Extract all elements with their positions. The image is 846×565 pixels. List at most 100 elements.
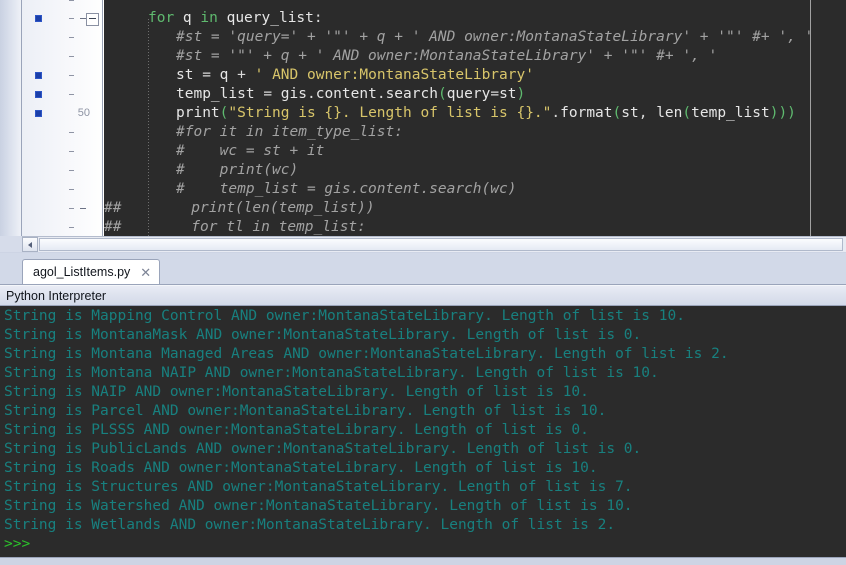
console-prompt[interactable]: >>> [4, 535, 30, 554]
code-line[interactable]: ## for tl in temp_list: [104, 218, 846, 236]
code-token: ) [516, 86, 526, 102]
code-line[interactable]: temp_list = gis.content.search(query=st) [104, 85, 846, 104]
tab-agol-listitems-py[interactable]: agol_ListItems.py ✕ [22, 259, 161, 284]
console-output-line: String is PublicLands AND owner:MontanaS… [4, 441, 642, 457]
console-output-line: String is Structures AND owner:MontanaSt… [4, 479, 633, 495]
code-line[interactable]: # wc = st + it [104, 142, 846, 161]
gutter-separator-rule [102, 0, 103, 236]
gutter-row[interactable] [22, 123, 104, 142]
code-token: # wc = st + it [176, 143, 325, 159]
console-title: Python Interpreter [6, 289, 107, 303]
code-line[interactable]: #st = 'query=' + '"' + q + ' AND owner:M… [104, 28, 846, 47]
editor-left-margin-strip [0, 0, 22, 236]
gutter-tick-mark [69, 151, 74, 152]
close-icon[interactable]: ✕ [140, 266, 151, 279]
console-output-line: String is Wetlands AND owner:MontanaStat… [4, 517, 616, 533]
gutter-tick-mark [69, 132, 74, 133]
code-token: = [490, 86, 500, 102]
console-header-bar: Python Interpreter [0, 285, 846, 306]
horizontal-scroll-thumb[interactable] [39, 238, 843, 251]
gutter-row[interactable] [22, 180, 104, 199]
code-token: ( [437, 86, 447, 102]
console-output-line: String is MontanaMask AND owner:MontanaS… [4, 327, 642, 343]
code-line[interactable]: ## print(len(temp_list)) [104, 199, 846, 218]
code-line[interactable]: #for it in item_type_list: [104, 123, 846, 142]
fold-dash-icon[interactable] [80, 208, 86, 209]
tab-label: agol_ListItems.py [33, 265, 131, 279]
gutter-tick-mark [69, 170, 74, 171]
code-token: content [315, 86, 377, 102]
code-token: format [560, 105, 613, 121]
code-token: st [499, 86, 517, 102]
code-token: gis [280, 86, 307, 102]
code-text-area[interactable]: for q in query_list: #st = 'query=' + '"'… [104, 0, 846, 236]
scroll-left-arrow-icon[interactable] [22, 237, 38, 252]
code-token: search [385, 86, 438, 102]
console-bottom-edge [0, 557, 846, 565]
code-token: "String is {}. Length of list is {}." [228, 105, 552, 121]
gutter-row[interactable] [22, 85, 104, 104]
code-token: + [237, 67, 255, 83]
code-token: # print(wc) [176, 162, 299, 178]
code-token: : [313, 10, 323, 26]
code-token: query [446, 86, 491, 102]
console-output-line: String is Mapping Control AND owner:Mont… [4, 308, 685, 324]
code-token: # temp_list = gis.content.search(wc) [176, 181, 517, 197]
code-token: q [219, 67, 238, 83]
code-line[interactable]: # temp_list = gis.content.search(wc) [104, 180, 846, 199]
code-token: query_list [226, 10, 314, 26]
gutter-row[interactable] [22, 142, 104, 161]
code-token: #st = 'query=' + '"' + q + ' AND owner:M… [176, 29, 814, 45]
code-line[interactable]: for q in query_list: [104, 9, 846, 28]
python-interpreter-panel: Python Interpreter String is Mapping Con… [0, 285, 846, 565]
gutter-tick-mark [69, 18, 74, 19]
gutter-tick-mark [69, 227, 74, 228]
code-token: st [621, 105, 639, 121]
gutter-row[interactable] [22, 161, 104, 180]
code-token: ' AND owner:MontanaStateLibrary' [254, 67, 534, 83]
code-editor-pane: 50 for q in query_list: #st = 'query=' + … [0, 0, 846, 252]
console-output-line: String is Parcel AND owner:MontanaStateL… [4, 403, 607, 419]
code-token: = [263, 86, 281, 102]
code-token: ## print(len(temp_list)) [104, 200, 375, 216]
code-token: ( [682, 105, 692, 121]
gutter-tick-mark [69, 189, 74, 190]
gutter-row[interactable] [22, 9, 104, 28]
gutter-row[interactable] [22, 199, 104, 218]
console-output-line: String is Montana Managed Areas AND owne… [4, 346, 729, 362]
code-line[interactable]: #st = '"' + q + ' AND owner:MontanaState… [104, 47, 846, 66]
code-token: len [656, 105, 683, 121]
editor-horizontal-scrollbar[interactable] [22, 236, 846, 252]
bookmark-dot-icon[interactable] [36, 73, 41, 78]
bookmark-dot-icon[interactable] [36, 111, 41, 116]
code-token: print [176, 105, 220, 121]
code-token: temp_list [176, 86, 264, 102]
gutter-row[interactable] [22, 218, 104, 236]
ide-window: 50 for q in query_list: #st = 'query=' + … [0, 0, 846, 565]
editor-gutter[interactable]: 50 [22, 0, 104, 236]
bookmark-dot-icon[interactable] [36, 92, 41, 97]
gutter-tick-mark [69, 208, 74, 209]
code-line[interactable]: st = q + ' AND owner:MontanaStateLibrary… [104, 66, 846, 85]
console-output-line: String is Roads AND owner:MontanaStateLi… [4, 460, 598, 476]
code-line[interactable]: # print(wc) [104, 161, 846, 180]
gutter-row[interactable] [22, 47, 104, 66]
gutter-tick-mark [69, 37, 74, 38]
code-token: . [306, 86, 316, 102]
code-token: ## for tl in temp_list: [104, 219, 366, 235]
code-token: . [376, 86, 386, 102]
gutter-row[interactable] [22, 28, 104, 47]
code-line[interactable]: print ( "String is {}. Length of list is {… [104, 104, 846, 123]
code-token: ( [612, 105, 622, 121]
gutter-row[interactable]: 50 [22, 104, 104, 123]
code-token: #for it in item_type_list: [176, 124, 403, 140]
code-token: ))) [769, 105, 796, 121]
bookmark-dot-icon[interactable] [36, 16, 41, 21]
fold-collapse-icon[interactable] [86, 13, 99, 26]
code-token: = [202, 67, 220, 83]
code-token: for [148, 10, 183, 26]
console-output-line: String is Montana NAIP AND owner:Montana… [4, 365, 659, 381]
gutter-row[interactable] [22, 66, 104, 85]
console-output-area[interactable]: String is Mapping Control AND owner:Mont… [0, 306, 846, 557]
gutter-tick-mark [69, 0, 74, 1]
